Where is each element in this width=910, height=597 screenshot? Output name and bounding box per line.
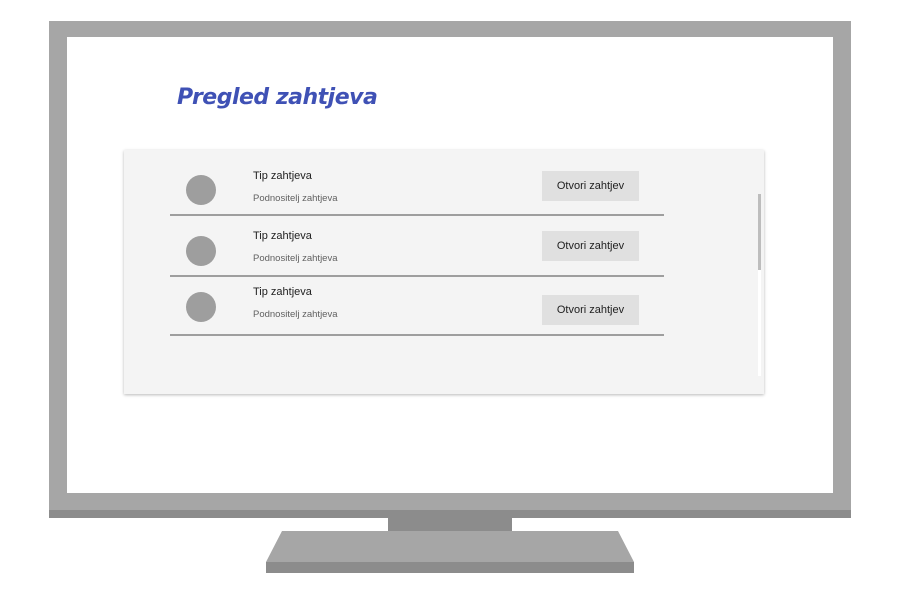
scrollbar-track[interactable] (758, 270, 761, 376)
monitor-stand (266, 531, 634, 562)
monitor-stand-base (266, 562, 634, 573)
avatar-placeholder-icon (186, 175, 216, 205)
request-submitter: Podnositelj zahtjeva (253, 253, 338, 264)
request-row: Tip zahtjeva Podnositelj zahtjeva Otvori… (170, 276, 664, 336)
request-submitter: Podnositelj zahtjeva (253, 309, 338, 320)
open-request-button[interactable]: Otvori zahtjev (542, 231, 639, 261)
scrollbar-thumb[interactable] (758, 194, 761, 270)
request-submitter: Podnositelj zahtjeva (253, 193, 338, 204)
open-request-button[interactable]: Otvori zahtjev (542, 171, 639, 201)
row-divider (170, 334, 664, 336)
request-row: Tip zahtjeva Podnositelj zahtjeva Otvori… (170, 217, 664, 277)
screen: Pregled zahtjeva Tip zahtjeva Podnositel… (67, 37, 833, 493)
request-type: Tip zahtjeva (253, 286, 312, 298)
monitor-chin (49, 510, 851, 518)
request-list: Tip zahtjeva Podnositelj zahtjeva Otvori… (124, 150, 764, 394)
avatar-placeholder-icon (186, 292, 216, 322)
open-request-button[interactable]: Otvori zahtjev (542, 295, 639, 325)
request-type: Tip zahtjeva (253, 230, 312, 242)
row-divider (170, 214, 664, 216)
request-row: Tip zahtjeva Podnositelj zahtjeva Otvori… (170, 156, 664, 216)
page-title: Pregled zahtjeva (177, 85, 378, 110)
request-type: Tip zahtjeva (253, 170, 312, 182)
avatar-placeholder-icon (186, 236, 216, 266)
